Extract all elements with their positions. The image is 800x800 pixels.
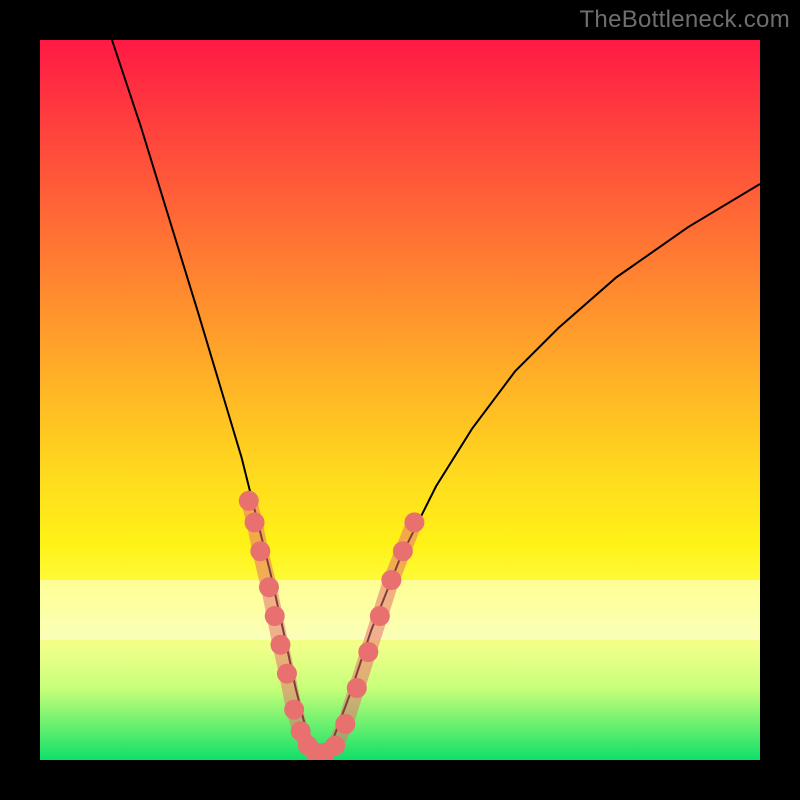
- highlight-dot: [265, 606, 285, 626]
- highlight-dot: [259, 577, 279, 597]
- highlight-dot: [284, 700, 304, 720]
- plot-area: [40, 40, 760, 760]
- highlight-dot: [358, 642, 378, 662]
- highlight-dot: [347, 678, 367, 698]
- highlight-dot: [404, 512, 424, 532]
- highlight-dots: [40, 40, 760, 760]
- highlight-dot: [277, 664, 297, 684]
- watermark-text: TheBottleneck.com: [579, 6, 790, 34]
- highlight-dot: [250, 541, 270, 561]
- highlight-dot: [393, 541, 413, 561]
- highlight-dot: [239, 491, 259, 511]
- highlight-dot: [335, 714, 355, 734]
- highlight-dot: [381, 570, 401, 590]
- highlight-dot: [270, 635, 290, 655]
- chart-frame: TheBottleneck.com: [0, 0, 800, 800]
- highlight-dot: [370, 606, 390, 626]
- highlight-dot: [325, 736, 345, 756]
- highlight-dot: [245, 512, 265, 532]
